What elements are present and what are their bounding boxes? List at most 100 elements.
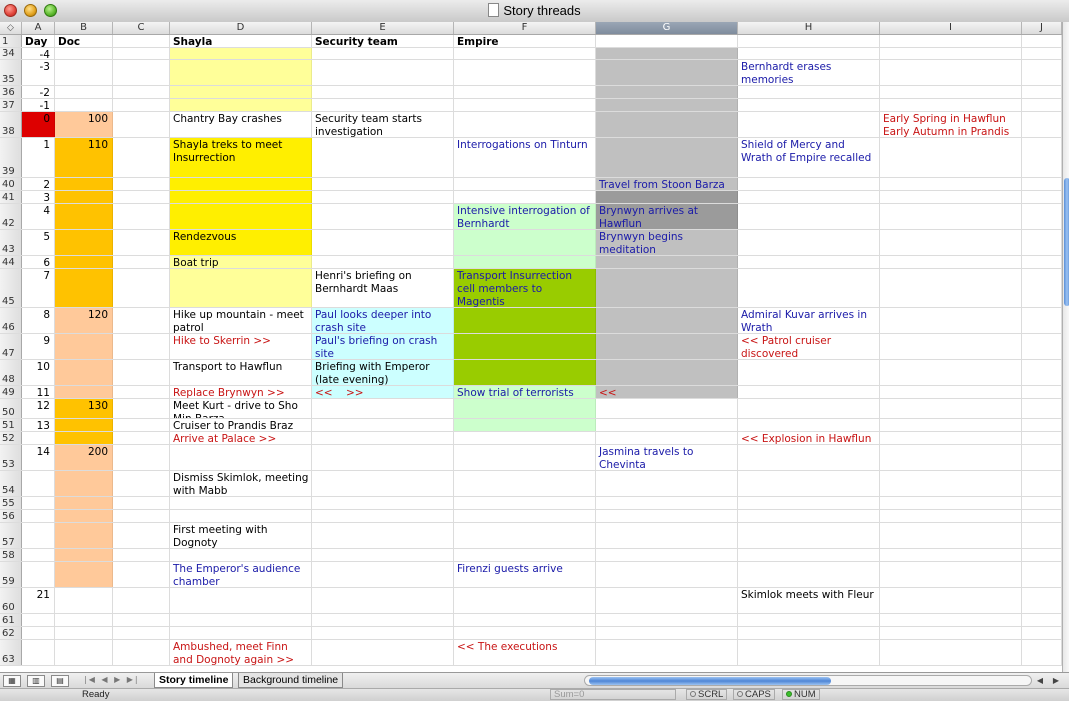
cell-a[interactable]: 10 <box>22 360 55 385</box>
cell-c[interactable] <box>113 523 170 548</box>
cell-a[interactable] <box>22 523 55 548</box>
cell-c[interactable] <box>113 35 170 47</box>
cell-j[interactable] <box>1022 35 1062 47</box>
cell-d[interactable]: Shayla <box>170 35 312 47</box>
cell-b[interactable] <box>55 386 113 398</box>
cell-a[interactable] <box>22 549 55 561</box>
column-header-d[interactable]: D <box>170 22 312 34</box>
cell-j[interactable] <box>1022 445 1062 470</box>
cell-b[interactable] <box>55 334 113 359</box>
row-header[interactable]: 62 <box>0 627 22 639</box>
cell-a[interactable]: 1 <box>22 138 55 177</box>
cell-e[interactable] <box>312 191 454 203</box>
cell-d[interactable] <box>170 614 312 626</box>
cell-d[interactable] <box>170 627 312 639</box>
cell-e[interactable] <box>312 549 454 561</box>
cell-j[interactable] <box>1022 562 1062 587</box>
cell-d[interactable]: Shayla treks to meet Insurrection <box>170 138 312 177</box>
cell-i[interactable] <box>880 35 1022 47</box>
cell-a[interactable]: -1 <box>22 99 55 111</box>
cell-c[interactable] <box>113 562 170 587</box>
cell-f[interactable] <box>454 549 596 561</box>
cell-d[interactable] <box>170 269 312 307</box>
cell-i[interactable] <box>880 269 1022 307</box>
cell-c[interactable] <box>113 445 170 470</box>
cell-i[interactable] <box>880 256 1022 268</box>
cell-a[interactable] <box>22 562 55 587</box>
cell-b[interactable] <box>55 627 113 639</box>
row-header[interactable]: 60 <box>0 588 22 613</box>
cell-c[interactable] <box>113 138 170 177</box>
cell-e[interactable]: Paul looks deeper into crash site <box>312 308 454 333</box>
normal-view-icon[interactable]: ▦ <box>3 675 21 687</box>
cell-g[interactable] <box>596 256 738 268</box>
cell-h[interactable] <box>738 627 880 639</box>
cell-h[interactable] <box>738 549 880 561</box>
cell-i[interactable] <box>880 60 1022 85</box>
cell-h[interactable] <box>738 614 880 626</box>
cell-f[interactable]: Interrogations on Tinturn <box>454 138 596 177</box>
cell-d[interactable]: Chantry Bay crashes <box>170 112 312 137</box>
tab-story-timeline[interactable]: Story timeline <box>154 673 234 688</box>
row-header[interactable]: 35 <box>0 60 22 85</box>
cell-i[interactable] <box>880 614 1022 626</box>
row-header[interactable]: 43 <box>0 230 22 255</box>
cell-i[interactable] <box>880 191 1022 203</box>
cell-d[interactable] <box>170 60 312 85</box>
row-header[interactable]: 50 <box>0 399 22 418</box>
row-header[interactable]: 52 <box>0 432 22 444</box>
cell-b[interactable] <box>55 360 113 385</box>
row-header[interactable]: 36 <box>0 86 22 98</box>
cell-c[interactable] <box>113 86 170 98</box>
cell-a[interactable]: 11 <box>22 386 55 398</box>
column-header-i[interactable]: I <box>880 22 1022 34</box>
cell-d[interactable]: Hike to Skerrin >> <box>170 334 312 359</box>
cell-h[interactable]: Skimlok meets with Fleur <box>738 588 880 613</box>
cell-i[interactable] <box>880 138 1022 177</box>
cell-h[interactable]: << Patrol cruiser discovered <box>738 334 880 359</box>
cell-j[interactable] <box>1022 204 1062 229</box>
cell-a[interactable] <box>22 510 55 522</box>
cell-e[interactable] <box>312 471 454 496</box>
cell-f[interactable] <box>454 497 596 509</box>
horizontal-scroll-thumb[interactable] <box>589 677 831 685</box>
column-header-c[interactable]: C <box>113 22 170 34</box>
cell-h[interactable] <box>738 48 880 59</box>
row-header[interactable]: 51 <box>0 419 22 431</box>
cell-f[interactable] <box>454 256 596 268</box>
cell-e[interactable] <box>312 138 454 177</box>
cell-g[interactable] <box>596 640 738 665</box>
cell-f[interactable] <box>454 471 596 496</box>
cell-a[interactable]: 14 <box>22 445 55 470</box>
cell-i[interactable] <box>880 230 1022 255</box>
cell-j[interactable] <box>1022 471 1062 496</box>
cell-i[interactable] <box>880 360 1022 385</box>
cell-h[interactable]: << Explosion in Hawflun <box>738 432 880 444</box>
cell-h[interactable] <box>738 510 880 522</box>
row-header[interactable]: 48 <box>0 360 22 385</box>
cell-h[interactable] <box>738 562 880 587</box>
cell-f[interactable] <box>454 419 596 431</box>
cell-a[interactable]: -3 <box>22 60 55 85</box>
cell-d[interactable]: First meeting with Dognoty <box>170 523 312 548</box>
cell-b[interactable] <box>55 60 113 85</box>
cell-c[interactable] <box>113 510 170 522</box>
row-header[interactable]: 53 <box>0 445 22 470</box>
cell-g[interactable] <box>596 334 738 359</box>
spreadsheet-grid[interactable]: ◇ ABCDEFGHIJ 1 Day Doc Shayla Security team E… <box>0 22 1062 672</box>
cell-g[interactable] <box>596 360 738 385</box>
cell-e[interactable] <box>312 399 454 418</box>
cell-f[interactable] <box>454 523 596 548</box>
cell-h[interactable] <box>738 99 880 111</box>
cell-g[interactable] <box>596 419 738 431</box>
cell-c[interactable] <box>113 191 170 203</box>
cell-d[interactable] <box>170 497 312 509</box>
cell-f[interactable] <box>454 99 596 111</box>
cell-a[interactable]: 0 <box>22 112 55 137</box>
cell-j[interactable] <box>1022 588 1062 613</box>
cell-h[interactable] <box>738 471 880 496</box>
cell-g[interactable]: Jasmina travels to Chevinta <box>596 445 738 470</box>
cell-b[interactable] <box>55 230 113 255</box>
cell-g[interactable] <box>596 614 738 626</box>
cell-j[interactable] <box>1022 640 1062 665</box>
